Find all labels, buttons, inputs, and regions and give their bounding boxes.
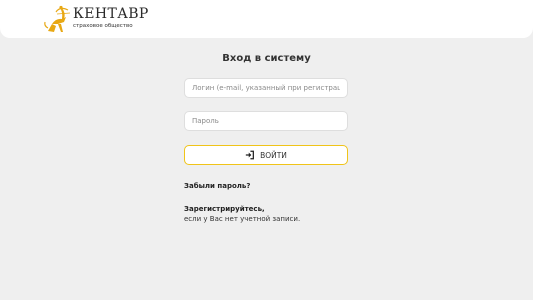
sign-in-icon [245, 150, 255, 160]
forgot-password-link[interactable]: Забыли пароль? [184, 182, 250, 190]
login-email-input[interactable] [184, 78, 348, 98]
register-note: если у Вас нет учетной записи. [184, 215, 301, 223]
register-link[interactable]: Зарегистрируйтесь, [184, 205, 265, 213]
password-input[interactable] [184, 111, 348, 131]
centaur-logo-icon[interactable] [42, 4, 74, 36]
login-button-label: ВОЙТИ [260, 150, 287, 160]
brand-name: КЕНТАВР [73, 6, 149, 22]
login-button[interactable]: ВОЙТИ [184, 145, 348, 165]
header-bar: КЕНТАВР страховое общество [0, 0, 533, 38]
page-title: Вход в систему [222, 53, 311, 64]
brand-subtitle: страховое общество [73, 23, 133, 29]
